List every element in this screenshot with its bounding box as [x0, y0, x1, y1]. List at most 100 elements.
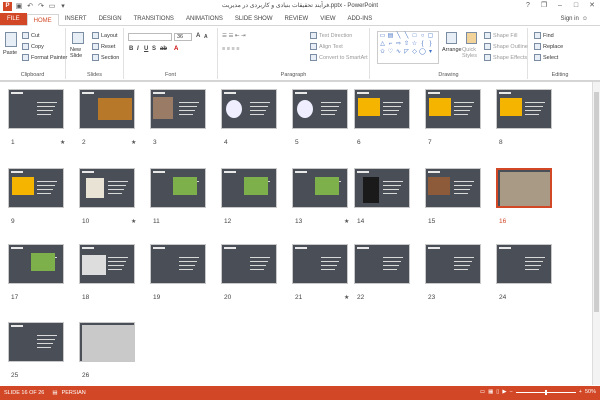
- align-text-button[interactable]: Align Text: [310, 43, 343, 50]
- tab-add-ins[interactable]: ADD-INS: [342, 13, 379, 25]
- slide-thumbnail[interactable]: [221, 244, 277, 284]
- slide-thumbnail[interactable]: [221, 89, 277, 129]
- format-painter-button[interactable]: Format Painter: [22, 54, 67, 61]
- slide-thumbnail[interactable]: [496, 168, 552, 208]
- maximize-button[interactable]: □: [570, 1, 582, 11]
- tab-animations[interactable]: ANIMATIONS: [180, 13, 229, 25]
- tab-view[interactable]: VIEW: [314, 13, 341, 25]
- zoom-level[interactable]: 50%: [585, 389, 596, 395]
- tab-insert[interactable]: INSERT: [59, 13, 93, 25]
- star-shape-icon[interactable]: ☆: [411, 41, 418, 48]
- brace-shape-icon[interactable]: {: [419, 41, 426, 48]
- tab-transitions[interactable]: TRANSITIONS: [128, 13, 180, 25]
- zoom-in-button[interactable]: +: [579, 389, 582, 395]
- more-shapes-icon[interactable]: ▾: [427, 49, 434, 56]
- slide-thumbnail[interactable]: [425, 244, 481, 284]
- shapes-gallery[interactable]: ▭ ▤ ╲ ╲ □ ○ ▢ △ ⌐ ⇨ ⇧ ☆{} ✩ ♡ ∿ ◸ ◇ ◯ ▾: [377, 31, 439, 64]
- italic-icon[interactable]: I: [137, 46, 139, 52]
- grow-font-icon[interactable]: A: [196, 33, 200, 39]
- scrollbar-thumb[interactable]: [594, 92, 599, 312]
- rect-shape-icon[interactable]: ▭: [379, 33, 386, 40]
- shrink-font-icon[interactable]: A: [204, 34, 208, 40]
- tab-design[interactable]: DESIGN: [93, 13, 128, 25]
- line-shape-icon[interactable]: ⌐: [387, 41, 394, 48]
- heart-shape-icon[interactable]: ♡: [387, 49, 394, 56]
- slide-thumbnail[interactable]: [8, 168, 64, 208]
- line-shape-icon[interactable]: ╲: [403, 33, 410, 40]
- slide-thumbnail[interactable]: [150, 244, 206, 284]
- shadow-icon[interactable]: S: [152, 46, 156, 52]
- slide-thumbnail[interactable]: [496, 244, 552, 284]
- close-button[interactable]: ✕: [586, 1, 598, 11]
- slide-thumbnail[interactable]: [79, 89, 135, 129]
- slide-thumbnail[interactable]: [79, 168, 135, 208]
- slide-thumbnail[interactable]: [425, 168, 481, 208]
- sorter-view-icon[interactable]: ▦: [488, 389, 493, 395]
- slide-thumbnail[interactable]: [79, 322, 135, 362]
- rect-shape-icon[interactable]: □: [411, 33, 418, 40]
- font-name-input[interactable]: [128, 33, 172, 41]
- slide-thumbnail[interactable]: [8, 244, 64, 284]
- slide-thumbnail[interactable]: [292, 168, 348, 208]
- section-button[interactable]: Section: [92, 54, 119, 61]
- undo-icon[interactable]: ↶: [26, 3, 34, 11]
- align-icons[interactable]: ≡ ≡ ≡ ≡: [222, 46, 239, 52]
- slide-thumbnail[interactable]: [150, 89, 206, 129]
- bullets-icon[interactable]: ☰ ☰ ⇤ ⇥: [222, 33, 246, 39]
- callout-shape-icon[interactable]: ◸: [403, 49, 410, 56]
- select-button[interactable]: Select: [534, 54, 558, 61]
- slide-thumbnail[interactable]: [150, 168, 206, 208]
- minimize-button[interactable]: –: [554, 1, 566, 11]
- normal-view-icon[interactable]: ▭: [480, 389, 485, 395]
- tab-home[interactable]: HOME: [26, 14, 59, 26]
- brace-shape-icon[interactable]: }: [427, 41, 434, 48]
- slide-thumbnail[interactable]: [354, 244, 410, 284]
- zoom-slider-knob[interactable]: [544, 389, 547, 395]
- curve-shape-icon[interactable]: ∿: [395, 49, 402, 56]
- copy-button[interactable]: Copy: [22, 43, 44, 50]
- animation-star-icon[interactable]: ★: [131, 139, 136, 146]
- ribbon-display-button[interactable]: ❐: [538, 1, 550, 11]
- help-button[interactable]: ?: [522, 1, 534, 11]
- find-button[interactable]: Find: [534, 32, 554, 39]
- replace-button[interactable]: Replace: [534, 43, 563, 50]
- arrow-shape-icon[interactable]: ⇨: [395, 41, 402, 48]
- font-color-icon[interactable]: A: [174, 46, 178, 52]
- reading-view-icon[interactable]: ▯: [496, 389, 499, 395]
- slide-thumbnail[interactable]: [354, 89, 410, 129]
- oval-shape-icon[interactable]: ◯: [419, 49, 426, 56]
- strikethrough-icon[interactable]: ab: [160, 46, 167, 52]
- paste-button[interactable]: Paste: [3, 50, 17, 56]
- redo-icon[interactable]: ↷: [37, 3, 45, 11]
- oval-shape-icon[interactable]: ○: [419, 33, 426, 40]
- star-shape-icon[interactable]: ✩: [379, 49, 386, 56]
- animation-star-icon[interactable]: ★: [344, 294, 349, 301]
- cut-button[interactable]: Cut: [22, 32, 40, 39]
- slide-thumbnail[interactable]: [8, 89, 64, 129]
- customize-qat-icon[interactable]: ▾: [59, 3, 67, 11]
- tab-review[interactable]: REVIEW: [279, 13, 315, 25]
- sign-in[interactable]: Sign in ☺: [561, 16, 589, 22]
- animation-star-icon[interactable]: ★: [344, 218, 349, 225]
- font-size-input[interactable]: 36: [174, 33, 192, 41]
- slide-thumbnail[interactable]: [292, 244, 348, 284]
- tab-slide-show[interactable]: SLIDE SHOW: [229, 13, 279, 25]
- line-shape-icon[interactable]: ╲: [395, 33, 402, 40]
- diamond-shape-icon[interactable]: ◇: [411, 49, 418, 56]
- vertical-scrollbar[interactable]: [592, 82, 600, 385]
- animation-star-icon[interactable]: ★: [131, 218, 136, 225]
- slide-thumbnail[interactable]: [354, 168, 410, 208]
- zoom-slider[interactable]: [515, 389, 576, 395]
- slide-thumbnail[interactable]: [496, 89, 552, 129]
- slideshow-icon[interactable]: ▶: [502, 389, 506, 395]
- present-icon[interactable]: ▭: [48, 3, 56, 11]
- slide-thumbnail[interactable]: [221, 168, 277, 208]
- convert-smartart-button[interactable]: Convert to SmartArt: [310, 54, 368, 61]
- slide-thumbnail[interactable]: [425, 89, 481, 129]
- shape-effects-button[interactable]: Shape Effects: [484, 54, 527, 61]
- save-icon[interactable]: ▣: [15, 3, 23, 11]
- bold-icon[interactable]: B: [129, 46, 133, 52]
- textbox-shape-icon[interactable]: ▤: [387, 33, 394, 40]
- layout-button[interactable]: Layout: [92, 32, 118, 39]
- slide-thumbnail[interactable]: [79, 244, 135, 284]
